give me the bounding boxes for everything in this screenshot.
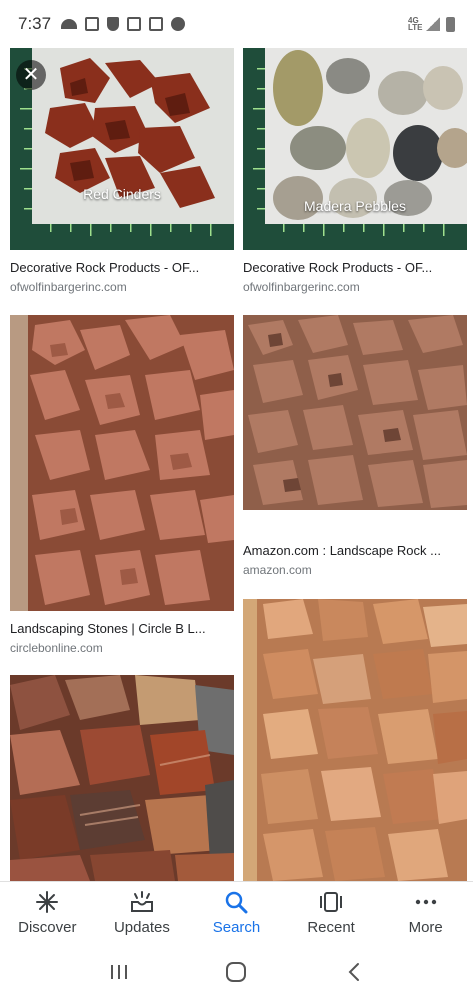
nav-label: Search [212,919,261,936]
back-button[interactable] [334,952,374,992]
image-overlay-label: Red Cinders [83,186,161,202]
back-chevron-icon [348,963,360,981]
nav-discover[interactable]: Discover [0,882,95,944]
system-navigation-bar [0,944,473,1000]
result-card[interactable]: ✕ Red Cinders Decorative Rock Products -… [10,48,234,294]
result-image[interactable]: ✕ Red Cinders [10,48,234,250]
result-source[interactable]: amazon.com [243,563,467,577]
nav-label: Recent [307,919,355,936]
result-card[interactable]: Madera Pebbles Decorative Rock Products … [243,48,467,294]
signal-icon [426,17,440,31]
home-icon [226,962,247,982]
system-status-icons: 4G LTE [408,16,455,32]
notification-icons [61,17,186,31]
recent-cards-icon [318,890,344,914]
calendar-icon [149,17,164,31]
home-button[interactable] [216,952,256,992]
result-source[interactable]: ofwolfinbargerinc.com [243,280,467,294]
close-button[interactable]: ✕ [16,60,46,90]
nav-recent[interactable]: Recent [284,882,379,944]
nav-search[interactable]: Search [189,882,284,944]
landscaping-stones-photo [10,315,234,611]
recent-apps-icon [110,965,127,979]
image-results-grid: ✕ Red Cinders Decorative Rock Products -… [0,48,473,881]
nav-updates[interactable]: Updates [95,882,190,944]
status-bar: 7:37 4G LTE [0,0,473,48]
result-card[interactable] [10,675,234,881]
weather-icon [61,19,78,29]
striped-rock-photo [10,675,234,881]
inbox-icon [129,890,155,914]
more-dots-icon [414,890,438,914]
result-source[interactable]: circlebonline.com [10,641,234,655]
shield-icon [107,17,120,31]
result-image[interactable] [10,675,234,881]
result-title[interactable]: Landscaping Stones | Circle B L... [10,621,234,636]
result-card[interactable]: Landscaping Stones | Circle B L... circl… [10,315,234,655]
status-time: 7:37 [18,14,52,33]
image-icon [127,17,142,31]
madera-pebbles-photo [243,48,467,250]
bottom-navigation: Discover Updates Search Recent More [0,881,473,944]
result-card[interactable] [243,599,467,881]
nav-label: Updates [113,919,170,936]
result-card[interactable]: Amazon.com : Landscape Rock ... amazon.c… [243,315,467,577]
nav-label: Discover [18,919,77,936]
result-source[interactable]: ofwolfinbargerinc.com [10,280,234,294]
result-image[interactable] [10,315,234,611]
result-title[interactable]: Amazon.com : Landscape Rock ... [243,543,467,558]
result-title[interactable]: Decorative Rock Products - OF... [243,260,467,275]
result-image[interactable] [243,599,467,881]
nav-label: More [408,919,443,936]
result-image[interactable] [243,315,467,533]
search-icon [224,890,248,914]
image-overlay-label: Madera Pebbles [304,198,406,214]
battery-icon [446,16,455,32]
tan-rock-photo [243,599,467,881]
result-title[interactable]: Decorative Rock Products - OF... [10,260,234,275]
nav-more[interactable]: More [378,882,473,944]
result-image[interactable]: Madera Pebbles [243,48,467,250]
recent-apps-button[interactable] [99,952,139,992]
media-icon [85,17,100,31]
lte-icon: 4G LTE [408,16,423,32]
asterisk-icon [35,890,59,914]
globe-icon [171,17,186,31]
landscape-rock-photo [243,315,467,533]
